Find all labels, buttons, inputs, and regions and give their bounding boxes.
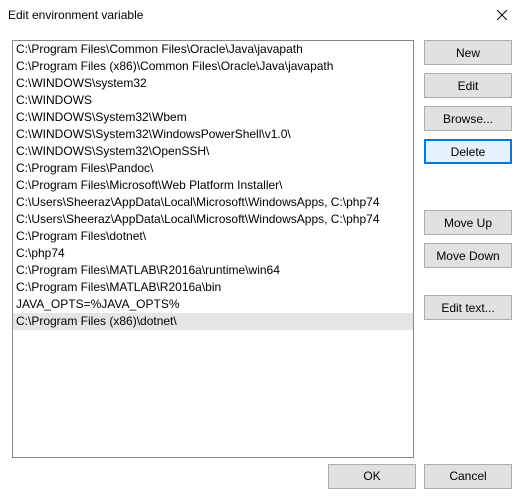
list-item[interactable]: C:\Users\Sheeraz\AppData\Local\Microsoft… [13, 194, 413, 211]
close-button[interactable] [479, 0, 524, 30]
cancel-button[interactable]: Cancel [424, 464, 512, 489]
dialog-window: Edit environment variable C:\Program Fil… [0, 0, 524, 501]
side-buttons: New Edit Browse... Delete Move Up Move D… [424, 40, 512, 451]
ok-button[interactable]: OK [328, 464, 416, 489]
list-item[interactable]: C:\Program Files (x86)\dotnet\ [13, 313, 413, 330]
list-item[interactable]: C:\php74 [13, 245, 413, 262]
move-up-button[interactable]: Move Up [424, 210, 512, 235]
delete-button[interactable]: Delete [424, 139, 512, 164]
list-item[interactable]: C:\Program Files\Microsoft\Web Platform … [13, 177, 413, 194]
list-item[interactable]: C:\WINDOWS\System32\WindowsPowerShell\v1… [13, 126, 413, 143]
list-item[interactable]: C:\Program Files\MATLAB\R2016a\runtime\w… [13, 262, 413, 279]
browse-button[interactable]: Browse... [424, 106, 512, 131]
close-icon [497, 10, 507, 20]
edit-button[interactable]: Edit [424, 73, 512, 98]
list-item[interactable]: JAVA_OPTS=%JAVA_OPTS% [13, 296, 413, 313]
dialog-body: C:\Program Files\Common Files\Oracle\Jav… [0, 30, 524, 451]
dialog-footer: OK Cancel [0, 451, 524, 501]
edit-text-button[interactable]: Edit text... [424, 295, 512, 320]
list-item[interactable]: C:\WINDOWS\system32 [13, 75, 413, 92]
list-item[interactable]: C:\WINDOWS [13, 92, 413, 109]
list-item[interactable]: C:\Program Files\Common Files\Oracle\Jav… [13, 41, 413, 58]
new-button[interactable]: New [424, 40, 512, 65]
list-item[interactable]: C:\Users\Sheeraz\AppData\Local\Microsoft… [13, 211, 413, 228]
window-title: Edit environment variable [8, 8, 143, 22]
list-item[interactable]: C:\Program Files\Pandoc\ [13, 160, 413, 177]
list-item[interactable]: C:\WINDOWS\System32\OpenSSH\ [13, 143, 413, 160]
spacer [424, 172, 512, 210]
list-item[interactable]: C:\WINDOWS\System32\Wbem [13, 109, 413, 126]
list-item[interactable]: C:\Program Files\dotnet\ [13, 228, 413, 245]
move-down-button[interactable]: Move Down [424, 243, 512, 268]
titlebar: Edit environment variable [0, 0, 524, 30]
list-item[interactable]: C:\Program Files\MATLAB\R2016a\bin [13, 279, 413, 296]
path-listbox[interactable]: C:\Program Files\Common Files\Oracle\Jav… [12, 40, 414, 458]
list-item[interactable]: C:\Program Files (x86)\Common Files\Orac… [13, 58, 413, 75]
spacer [424, 276, 512, 295]
